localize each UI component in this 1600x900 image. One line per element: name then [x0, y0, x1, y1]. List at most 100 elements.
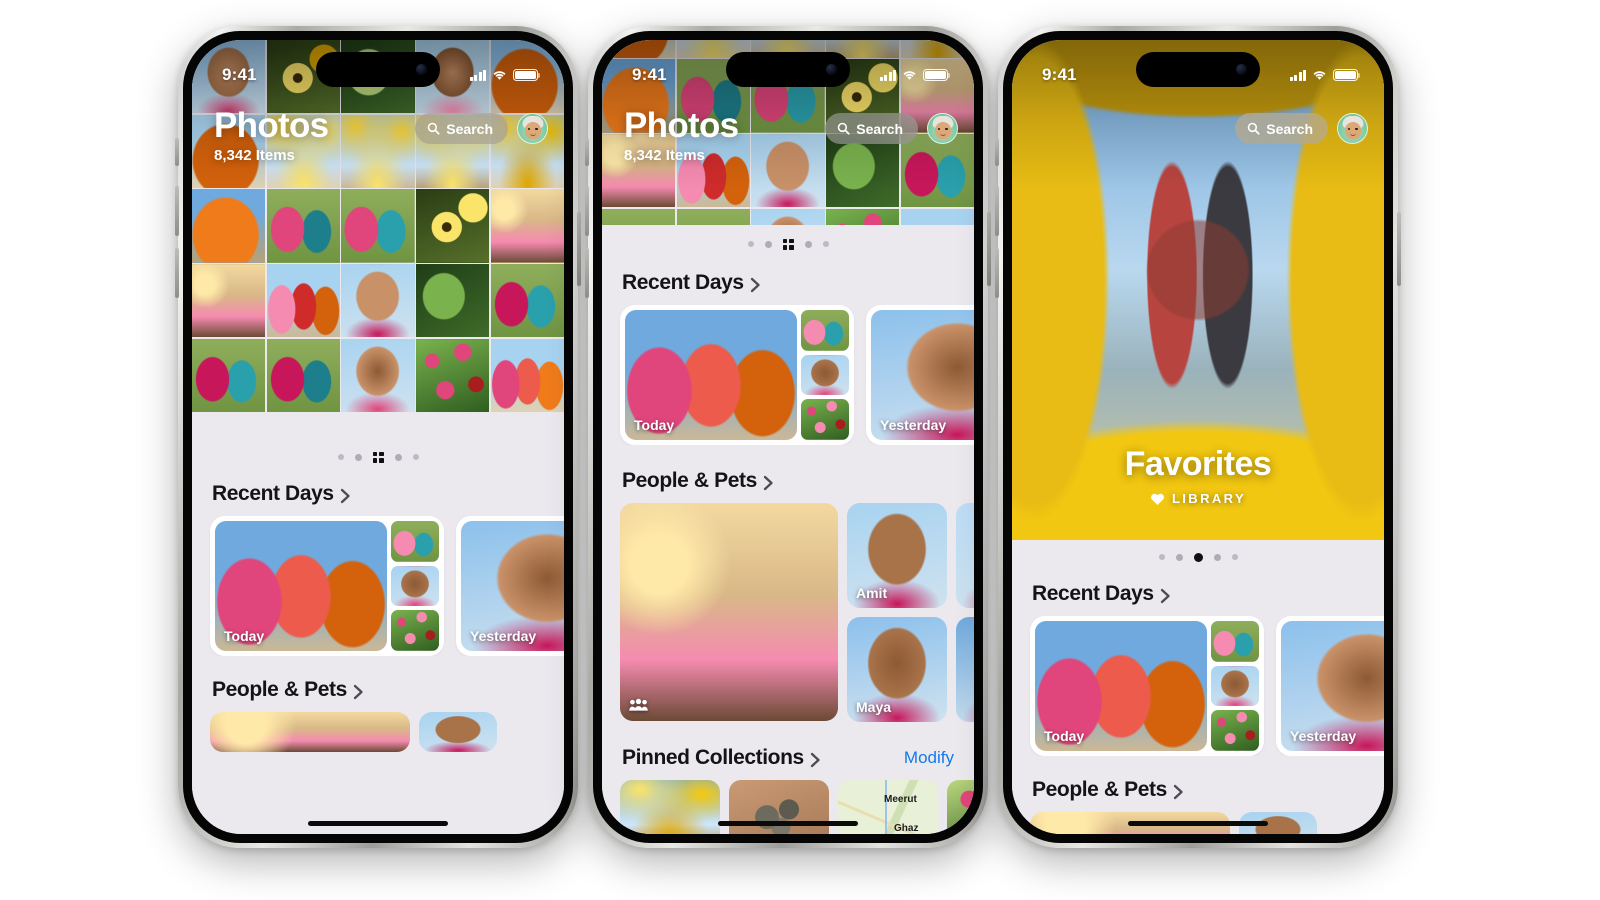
person-tile[interactable]: Maya — [847, 617, 947, 722]
recent-day-thumb[interactable] — [801, 354, 849, 396]
people-pets-row[interactable]: Amit Maya — [602, 503, 974, 722]
volume-down-button[interactable] — [995, 248, 999, 298]
photo-grid-cell[interactable] — [676, 208, 750, 225]
recent-day-thumb[interactable] — [1211, 621, 1259, 662]
page-dot[interactable] — [1231, 554, 1238, 560]
recent-day-card[interactable]: Today — [210, 516, 444, 656]
photo-grid-cell[interactable] — [826, 134, 900, 208]
people-pets-header[interactable]: People & Pets — [192, 656, 564, 712]
photo-grid-cell[interactable] — [416, 264, 490, 338]
recent-day-card[interactable]: Today — [620, 305, 854, 445]
photo-grid-cell[interactable] — [826, 208, 900, 225]
power-button[interactable] — [987, 212, 991, 286]
recent-day-card[interactable]: Today — [1030, 616, 1264, 756]
page-dot[interactable] — [764, 240, 772, 248]
volume-down-button[interactable] — [175, 248, 179, 298]
silent-switch[interactable] — [175, 138, 179, 166]
photo-grid-cell[interactable] — [192, 40, 266, 114]
recent-day-card[interactable]: Yesterday — [866, 305, 974, 445]
photo-grid-cell[interactable] — [490, 40, 564, 114]
recent-day-thumb[interactable] — [391, 521, 439, 562]
avatar[interactable] — [927, 113, 958, 144]
page-indicator[interactable] — [192, 440, 564, 474]
recent-days-row[interactable]: Today Yesterday — [192, 516, 564, 656]
grid-squares-icon[interactable] — [372, 451, 384, 463]
silent-switch[interactable] — [995, 138, 999, 166]
recent-days-header[interactable]: Recent Days — [192, 474, 564, 516]
home-indicator[interactable] — [718, 821, 858, 826]
volume-up-button[interactable] — [175, 186, 179, 236]
recent-day-thumb[interactable] — [801, 310, 849, 351]
search-button[interactable]: Search — [825, 113, 918, 144]
power-button[interactable] — [1397, 212, 1401, 286]
home-indicator[interactable] — [308, 821, 448, 826]
photo-grid-cell[interactable] — [192, 189, 266, 263]
photo-grid-cell[interactable] — [266, 189, 340, 263]
photo-grid-cell[interactable] — [192, 264, 266, 338]
page-dot[interactable] — [804, 240, 812, 248]
page-dot[interactable] — [1213, 553, 1221, 561]
recent-days-header[interactable]: Recent Days — [1012, 574, 1384, 616]
recent-days-row[interactable]: Today Yesterday — [602, 305, 974, 445]
photo-grid-cell[interactable] — [341, 338, 415, 413]
recent-day-card[interactable]: Yesterday — [456, 516, 564, 656]
recent-day-thumb[interactable] — [391, 565, 439, 607]
page-dot[interactable] — [1175, 553, 1183, 561]
recent-day-main-photo[interactable]: Today — [625, 310, 797, 440]
photo-grid-cell[interactable] — [266, 338, 340, 413]
person-tile[interactable] — [956, 503, 974, 608]
people-pets-header[interactable]: People & Pets — [1012, 756, 1384, 812]
page-dot[interactable] — [337, 454, 344, 460]
page-indicator[interactable] — [602, 225, 974, 263]
photo-grid-cell[interactable] — [751, 208, 825, 225]
pinned-collections-header[interactable]: Pinned Collections Modify — [602, 722, 974, 780]
content-scroll-area[interactable]: Recent Days Today Yesterday People & Pet… — [602, 225, 974, 834]
page-dot[interactable] — [822, 241, 829, 247]
photo-grid-cell[interactable] — [490, 264, 564, 338]
people-pets-header[interactable]: People & Pets — [602, 445, 974, 503]
recent-day-main-photo[interactable]: Today — [215, 521, 387, 651]
people-pets-row[interactable] — [192, 712, 564, 752]
photo-grid-cell[interactable] — [416, 189, 490, 263]
modify-button[interactable]: Modify — [904, 748, 954, 768]
people-group-photo[interactable] — [210, 712, 410, 752]
photo-grid-cell[interactable] — [341, 189, 415, 263]
person-tile[interactable]: Amit — [847, 503, 947, 608]
page-indicator[interactable] — [1012, 540, 1384, 574]
recent-days-row[interactable]: Today Yesterday — [1012, 616, 1384, 756]
pinned-collection-tile[interactable] — [947, 780, 974, 834]
silent-switch[interactable] — [585, 138, 589, 166]
search-button[interactable]: Search — [415, 113, 508, 144]
photo-grid-cell[interactable] — [900, 208, 974, 225]
photo-grid-cell[interactable] — [341, 264, 415, 338]
recent-day-thumb[interactable] — [801, 399, 849, 440]
recent-day-main-photo[interactable]: Yesterday — [871, 310, 974, 440]
recent-day-main-photo[interactable]: Yesterday — [1281, 621, 1384, 751]
power-button[interactable] — [577, 212, 581, 286]
person-tile[interactable] — [419, 712, 497, 752]
search-button[interactable]: Search — [1235, 113, 1328, 144]
photo-grid-cell[interactable] — [266, 264, 340, 338]
photo-grid-cell[interactable] — [900, 134, 974, 208]
photo-grid-cell[interactable] — [602, 40, 676, 58]
photo-grid-cell[interactable] — [490, 338, 564, 412]
home-indicator[interactable] — [1128, 821, 1268, 826]
person-tile[interactable] — [956, 617, 974, 722]
page-dot[interactable] — [394, 453, 402, 461]
recent-day-thumb[interactable] — [1211, 710, 1259, 751]
volume-up-button[interactable] — [995, 186, 999, 236]
people-group-photo[interactable] — [620, 503, 838, 721]
avatar[interactable] — [517, 113, 548, 144]
page-dot[interactable] — [1158, 554, 1165, 560]
page-dot[interactable] — [354, 453, 362, 461]
photo-grid-cell[interactable] — [490, 189, 564, 263]
photo-grid-cell[interactable] — [192, 338, 266, 412]
photo-grid-cell[interactable] — [900, 40, 974, 58]
page-dot[interactable] — [412, 454, 419, 460]
recent-day-thumb[interactable] — [1211, 665, 1259, 707]
photo-grid[interactable] — [192, 40, 564, 413]
grid-squares-icon[interactable] — [782, 238, 794, 250]
photo-grid-cell[interactable] — [416, 338, 490, 413]
recent-days-header[interactable]: Recent Days — [602, 263, 974, 305]
page-dot-active[interactable] — [1193, 552, 1203, 562]
